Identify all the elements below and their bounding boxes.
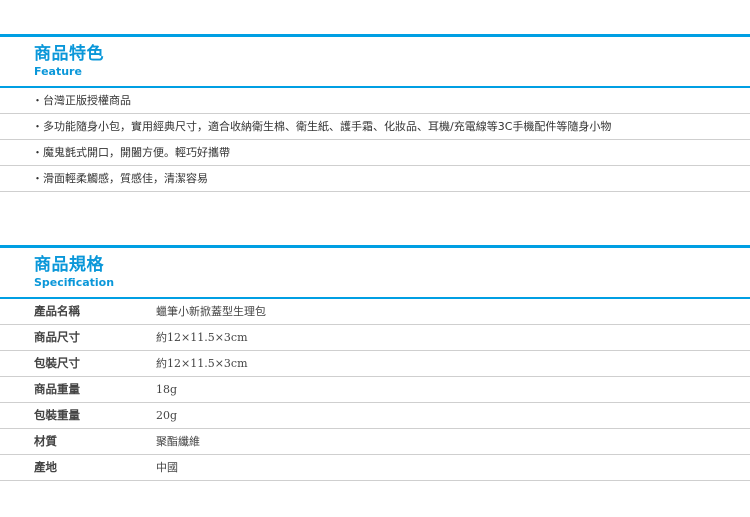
spec-section: 商品規格 Specification 產品名稱 蠟筆小新掀蓋型生理包 商品尺寸 約1…: [0, 245, 750, 481]
feature-subtitle: Feature: [34, 65, 82, 78]
feature-header: 商品特色 Feature: [0, 37, 750, 86]
spec-label: 包裝尺寸: [34, 356, 80, 370]
feature-item: ・魔鬼氈式開口，開闔方便。輕巧好攜帶: [0, 140, 750, 166]
feature-item-text: ・滑面輕柔觸感，質感佳，清潔容易: [32, 172, 208, 185]
spec-row: 商品尺寸 約12×11.5×3cm: [0, 325, 750, 351]
spec-label: 商品重量: [34, 382, 80, 396]
spec-label: 產地: [34, 460, 57, 474]
feature-item: ・台灣正版授權商品: [0, 88, 750, 114]
spec-row: 商品重量 18g: [0, 377, 750, 403]
spec-value: 約12×11.5×3cm: [156, 357, 248, 370]
spec-value: 中國: [156, 461, 178, 474]
feature-item-text: ・多功能隨身小包，實用經典尺寸，適合收納衛生棉、衛生紙、護手霜、化妝品、耳機/充…: [32, 120, 612, 133]
spec-header: 商品規格 Specification: [0, 248, 750, 297]
spec-value: 聚酯纖維: [156, 435, 200, 448]
spec-row: 包裝重量 20g: [0, 403, 750, 429]
feature-section: 商品特色 Feature ・台灣正版授權商品 ・多功能隨身小包，實用經典尺寸，適…: [0, 34, 750, 192]
feature-item: ・滑面輕柔觸感，質感佳，清潔容易: [0, 166, 750, 192]
feature-item: ・多功能隨身小包，實用經典尺寸，適合收納衛生棉、衛生紙、護手霜、化妝品、耳機/充…: [0, 114, 750, 140]
spec-label: 產品名稱: [34, 304, 80, 318]
feature-item-text: ・台灣正版授權商品: [32, 94, 131, 107]
spec-label: 包裝重量: [34, 408, 80, 422]
spec-value: 約12×11.5×3cm: [156, 331, 248, 344]
spec-value: 20g: [156, 409, 178, 422]
spec-value: 18g: [156, 383, 178, 396]
spec-row: 產地 中國: [0, 455, 750, 481]
spec-row: 產品名稱 蠟筆小新掀蓋型生理包: [0, 299, 750, 325]
spec-row: 包裝尺寸 約12×11.5×3cm: [0, 351, 750, 377]
feature-item-text: ・魔鬼氈式開口，開闔方便。輕巧好攜帶: [32, 146, 230, 159]
feature-title: 商品特色: [34, 44, 104, 64]
spec-title: 商品規格: [34, 255, 104, 275]
spec-value: 蠟筆小新掀蓋型生理包: [156, 305, 266, 318]
spec-subtitle: Specification: [34, 276, 115, 289]
spec-label: 材質: [34, 434, 57, 448]
spec-label: 商品尺寸: [34, 330, 80, 344]
spec-row: 材質 聚酯纖維: [0, 429, 750, 455]
